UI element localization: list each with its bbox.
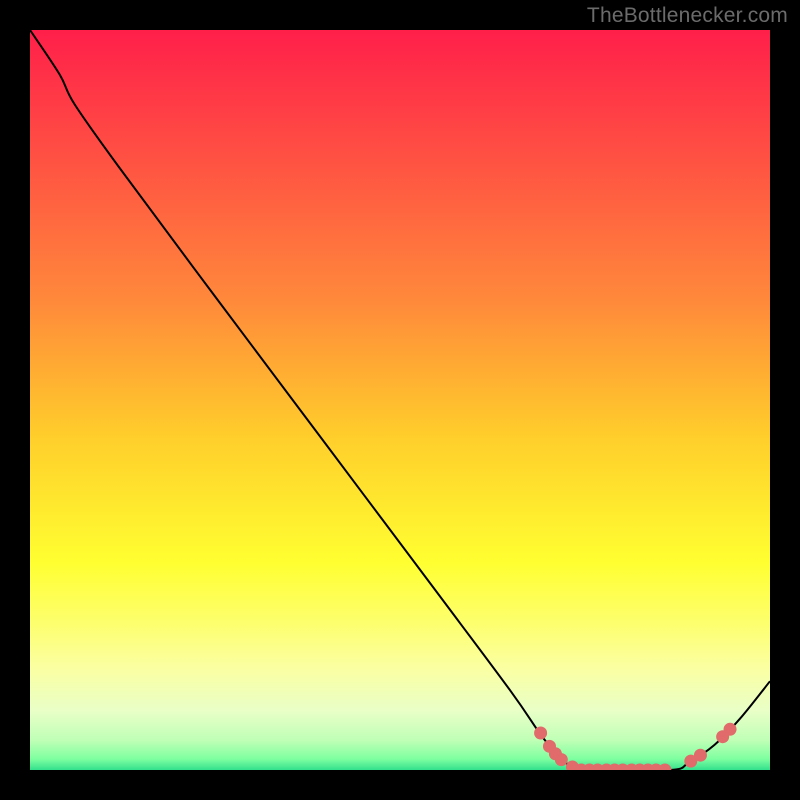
data-point <box>694 749 707 762</box>
data-point <box>724 723 737 736</box>
watermark-text: TheBottlenecker.com <box>587 4 788 28</box>
chart-svg <box>30 30 770 770</box>
data-point <box>534 727 547 740</box>
gradient-background <box>30 30 770 770</box>
plot-area <box>30 30 770 770</box>
data-point <box>555 753 568 766</box>
chart-frame: TheBottlenecker.com <box>0 0 800 800</box>
